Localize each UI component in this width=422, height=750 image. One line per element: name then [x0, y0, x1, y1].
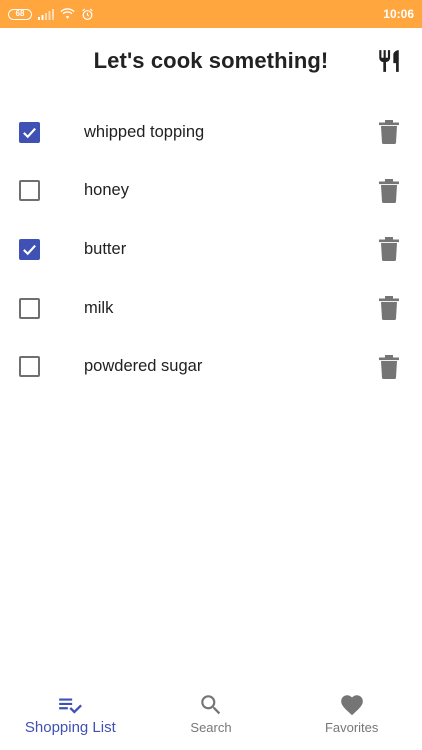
trash-icon[interactable]	[378, 296, 400, 321]
trash-icon[interactable]	[378, 120, 400, 145]
battery-icon: 68	[8, 8, 32, 20]
trash-icon[interactable]	[378, 237, 400, 262]
battery-level: 68	[15, 9, 25, 18]
app-header: Let's cook something!	[0, 28, 422, 94]
nav-label: Shopping List	[24, 719, 116, 736]
signal-icon	[38, 9, 54, 20]
status-bar: 68 10:06	[0, 0, 422, 28]
item-label: whipped topping	[84, 122, 205, 141]
item-checkbox[interactable]	[19, 121, 40, 143]
nav-label: Favorites	[324, 720, 379, 735]
list-item: powdered sugar	[0, 337, 422, 396]
item-checkbox[interactable]	[19, 238, 40, 260]
nav-favorites[interactable]: Favorites	[281, 686, 422, 750]
list-item: butter	[0, 220, 422, 279]
status-time: 10:06	[383, 7, 414, 21]
heart-icon	[340, 695, 363, 716]
shopping-list: whipped topping honey butter milk powder…	[0, 103, 422, 396]
item-label: powdered sugar	[84, 357, 203, 376]
item-checkbox[interactable]	[19, 356, 40, 378]
item-label: honey	[84, 181, 129, 200]
list-item: whipped topping	[0, 103, 422, 162]
status-left: 68	[8, 8, 94, 21]
nav-shopping-list[interactable]: Shopping List	[0, 686, 141, 750]
list-item: honey	[0, 162, 422, 221]
check-icon	[23, 127, 36, 139]
check-icon	[23, 244, 36, 256]
item-label: butter	[84, 239, 127, 258]
page-title: Let's cook something!	[93, 48, 329, 73]
bottom-navigation: Shopping List Search Favorites	[0, 686, 422, 750]
trash-icon[interactable]	[378, 178, 400, 203]
item-checkbox[interactable]	[19, 180, 40, 202]
playlist-check-icon	[59, 698, 83, 714]
search-icon	[201, 695, 221, 715]
list-item: milk	[0, 279, 422, 338]
nav-label: Search	[190, 720, 232, 735]
alarm-icon	[82, 8, 93, 20]
trash-icon[interactable]	[378, 354, 400, 379]
item-label: milk	[84, 298, 114, 317]
item-checkbox[interactable]	[19, 297, 40, 319]
nav-search[interactable]: Search	[141, 686, 282, 750]
utensils-icon[interactable]	[376, 48, 402, 74]
wifi-icon	[60, 8, 75, 19]
app-screen: 68 10:06 Let's cook something! whipped t…	[0, 0, 422, 750]
